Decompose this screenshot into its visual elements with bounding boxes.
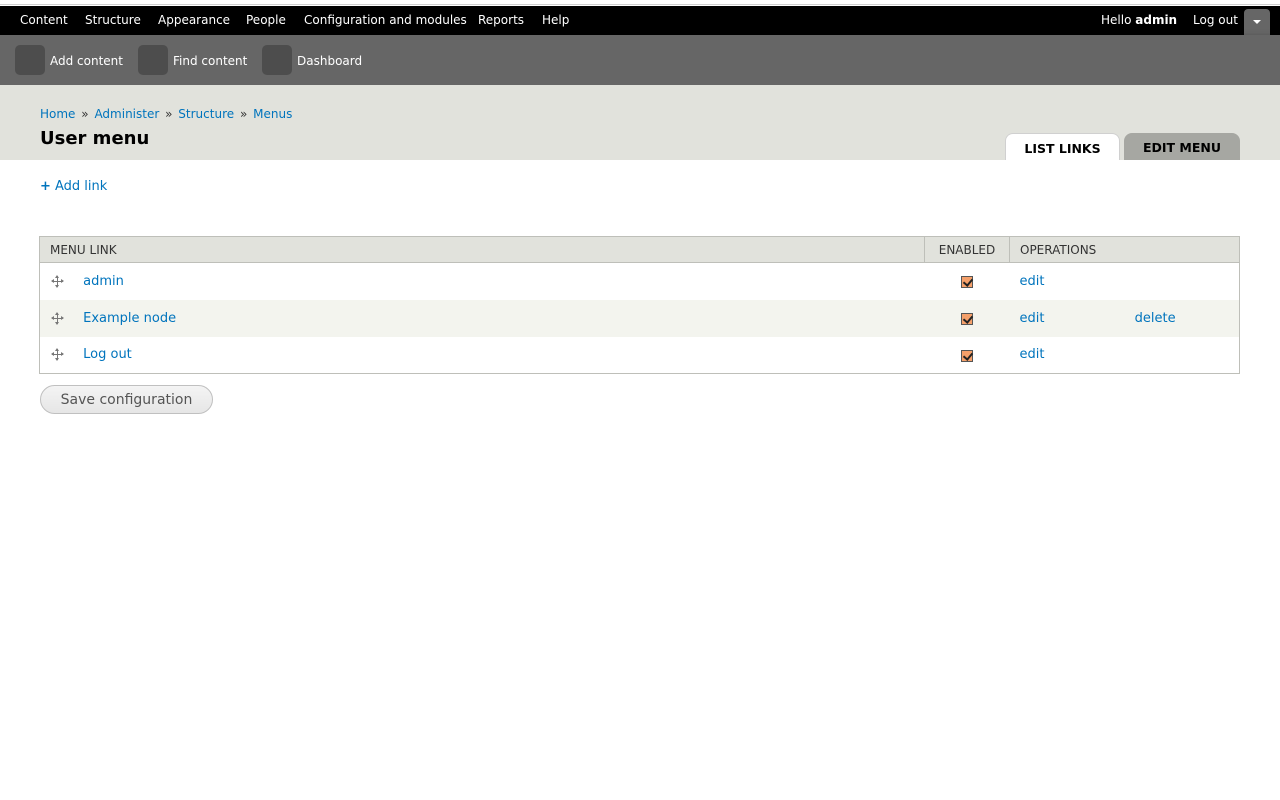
- enabled-checkbox[interactable]: [961, 349, 973, 362]
- toolbar-item-structure[interactable]: Structure: [85, 13, 141, 27]
- menu-link-cell: Log out: [40, 337, 925, 374]
- tab-list-links[interactable]: LIST LINKS: [1005, 133, 1120, 160]
- top-strip: [0, 0, 1280, 5]
- username-link[interactable]: admin: [1135, 13, 1177, 27]
- breadcrumb-administer[interactable]: Administer: [94, 107, 159, 121]
- page-header: Home » Administer » Structure » Menus Us…: [0, 85, 1280, 160]
- shortcuts-toggle-button[interactable]: [1244, 9, 1270, 35]
- shortcut-icon: [262, 45, 292, 75]
- table-row: Example node edit delete: [39, 299, 1240, 337]
- table-row: admin edit: [40, 263, 1240, 300]
- enabled-checkbox[interactable]: [961, 276, 973, 289]
- menu-link-title[interactable]: Example node: [83, 311, 176, 326]
- edit-link[interactable]: edit: [1020, 274, 1131, 289]
- breadcrumb-separator: »: [81, 107, 89, 121]
- enabled-cell: [925, 263, 1010, 300]
- operations-cell: edit: [1010, 337, 1240, 374]
- breadcrumb-menus[interactable]: Menus: [253, 107, 292, 121]
- enabled-cell: [924, 299, 1010, 337]
- shortcut-label: Dashboard: [297, 54, 363, 68]
- operations-cell: edit: [1010, 263, 1240, 300]
- save-configuration-button[interactable]: Save configuration: [40, 385, 213, 414]
- toolbar-logout-link[interactable]: Log out: [1193, 13, 1238, 27]
- tab-edit-menu[interactable]: EDIT MENU: [1124, 133, 1240, 160]
- toolbar-item-content[interactable]: Content: [20, 13, 68, 27]
- toolbar-item-reports[interactable]: Reports: [478, 13, 524, 27]
- breadcrumb-separator: »: [165, 107, 173, 121]
- delete-link[interactable]: delete: [1135, 311, 1176, 326]
- edit-link[interactable]: edit: [1020, 347, 1131, 362]
- column-header-menu-link: MENU LINK: [39, 236, 925, 263]
- drag-handle-icon[interactable]: [51, 348, 64, 362]
- breadcrumb-structure[interactable]: Structure: [178, 107, 234, 121]
- edit-link[interactable]: edit: [1020, 311, 1131, 326]
- add-link-label: Add link: [55, 179, 108, 194]
- shortcut-icon: [138, 45, 168, 75]
- add-link-action[interactable]: + Add link: [40, 179, 107, 194]
- enabled-checkbox[interactable]: [961, 313, 973, 325]
- table-header-row: MENU LINK ENABLED OPERATIONS: [39, 236, 1240, 263]
- toolbar-item-appearance[interactable]: Appearance: [158, 13, 230, 27]
- menu-links-table: MENU LINK ENABLED OPERATIONS admin edit …: [39, 236, 1240, 374]
- toolbar-item-people[interactable]: People: [246, 13, 286, 27]
- operations-cell: edit delete: [1009, 299, 1240, 337]
- shortcut-label: Add content: [50, 54, 123, 68]
- breadcrumb: Home » Administer » Structure » Menus: [40, 107, 292, 121]
- breadcrumb-separator: »: [239, 107, 248, 121]
- column-header-operations: OPERATIONS: [1009, 236, 1240, 263]
- chevron-down-icon: [1253, 20, 1261, 24]
- admin-toolbar: Content Structure Appearance People Conf…: [0, 6, 1280, 35]
- column-header-enabled: ENABLED: [924, 236, 1010, 263]
- drag-handle-icon[interactable]: [51, 274, 64, 288]
- enabled-cell: [925, 337, 1010, 374]
- menu-link-title[interactable]: admin: [83, 274, 124, 289]
- toolbar-item-configuration[interactable]: Configuration and modules: [304, 13, 467, 27]
- shortcut-label: Find content: [173, 54, 248, 68]
- breadcrumb-home[interactable]: Home: [40, 107, 75, 121]
- toolbar-item-help[interactable]: Help: [542, 13, 569, 27]
- plus-icon: +: [40, 179, 51, 194]
- page-title: User menu: [40, 128, 150, 149]
- hello-text: Hello: [1101, 13, 1132, 27]
- drag-handle-icon[interactable]: [51, 311, 64, 325]
- table-row: Log out edit: [40, 337, 1240, 374]
- menu-link-title[interactable]: Log out: [83, 347, 132, 362]
- user-greeting: Hello admin: [1101, 13, 1177, 27]
- menu-link-cell: Example node: [39, 299, 925, 337]
- shortcuts-bar: Add content Find content Dashboard: [0, 35, 1280, 85]
- shortcut-icon: [15, 45, 45, 75]
- menu-link-cell: admin: [40, 263, 925, 300]
